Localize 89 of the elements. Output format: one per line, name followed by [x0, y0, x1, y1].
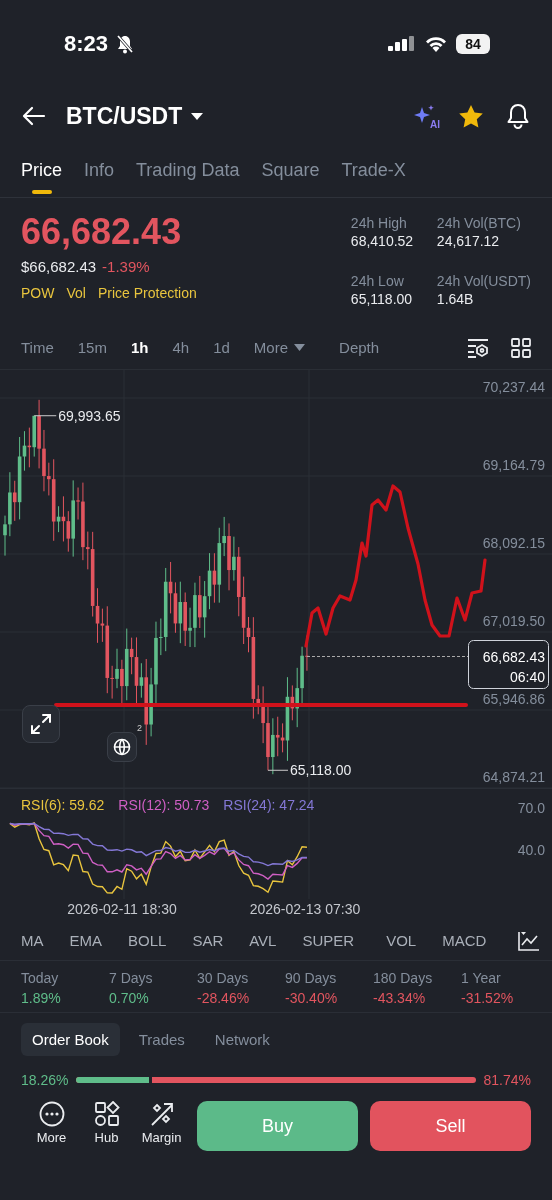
book-tab[interactable]: Order Book: [21, 1022, 120, 1056]
favorite-star-button[interactable]: [458, 103, 484, 129]
rsi-axis-label: 40.0: [517, 842, 545, 858]
more-dropdown[interactable]: More: [253, 339, 306, 356]
notification-count: 2: [137, 723, 142, 733]
battery-icon: 84: [456, 34, 490, 54]
price-axis-label: 70,237.44: [482, 379, 545, 395]
interval-tab[interactable]: Depth: [339, 339, 380, 356]
indicator-tab[interactable]: SUPER: [302, 932, 355, 949]
token-tag[interactable]: Vol: [66, 285, 86, 301]
price-axis-label: 64,874.21: [482, 769, 545, 785]
rsi-axis-label: 70.0: [517, 800, 545, 816]
signal-icon: [388, 36, 416, 52]
period-change: -31.52%: [461, 989, 515, 1008]
stat-label: 24h Low: [350, 272, 405, 290]
indicator-settings-button[interactable]: [518, 930, 541, 951]
notification-bell-button[interactable]: [506, 103, 530, 129]
book-tab[interactable]: Trades: [127, 1022, 196, 1056]
rsi-legend-label: RSI(12): 50.73: [118, 797, 210, 813]
interval-tab[interactable]: 1d: [213, 339, 230, 356]
pair-selector[interactable]: BTC/USDT: [66, 102, 205, 130]
nav-tab[interactable]: Trading Data: [136, 144, 240, 197]
back-button[interactable]: [22, 106, 46, 126]
nav-tab[interactable]: Square: [261, 144, 320, 197]
indicator-tab[interactable]: SAR: [192, 932, 224, 949]
stat-value: 65,118.00: [350, 290, 414, 308]
token-tag[interactable]: POW: [21, 285, 55, 301]
stat-value: 24,617.12: [436, 232, 501, 250]
period-label: Today: [21, 969, 60, 987]
expand-icon: [30, 713, 52, 735]
nav-tab[interactable]: Info: [84, 144, 115, 197]
token-tag[interactable]: Price Protection: [97, 285, 197, 301]
shapes-icon: [93, 1101, 120, 1127]
hub-nav-button[interactable]: Hub: [79, 1101, 134, 1145]
interval-tab[interactable]: Time: [21, 339, 54, 356]
sell-button[interactable]: Sell: [370, 1101, 531, 1151]
ellipsis-icon: [38, 1101, 65, 1127]
interval-tab[interactable]: 15m: [77, 339, 107, 356]
period-label: 1 Year: [461, 969, 502, 987]
fullscreen-button[interactable]: [22, 705, 60, 743]
stat-label: 24h Vol(BTC): [436, 214, 522, 232]
rsi-legend-label: RSI(24): 47.24: [223, 797, 315, 813]
period-change: -43.34%: [373, 989, 427, 1008]
nav-tab[interactable]: Price: [21, 144, 62, 197]
caret-icon: [294, 344, 306, 351]
wifi-icon: [424, 35, 448, 53]
price-axis-label: 67,019.50: [482, 613, 545, 629]
stat-value: 1.64B: [436, 290, 475, 308]
indicator-tab[interactable]: BOLL: [128, 932, 167, 949]
last-price: 66,682.43: [21, 210, 183, 254]
price-axis-label: 65,946.86: [482, 691, 545, 707]
price-axis-label: 69,164.79: [482, 457, 545, 473]
rsi-legend-label: RSI(6): 59.62: [21, 797, 105, 813]
time-axis-label: 2026-02-13 07:30: [248, 901, 362, 917]
period-label: 180 Days: [373, 969, 434, 987]
caret-icon: [190, 111, 205, 121]
book-tab[interactable]: Network: [203, 1022, 281, 1056]
stat-label: 24h Vol(USDT): [436, 272, 531, 290]
more-nav-button[interactable]: More: [24, 1101, 79, 1145]
stat-value: 68,410.52: [350, 232, 415, 250]
period-change: 1.89%: [21, 989, 62, 1008]
time-axis-label: 2026-02-11 18:30: [66, 901, 178, 917]
price-change: -1.39%: [102, 258, 150, 275]
period-label: 90 Days: [285, 969, 338, 987]
indicator-tab[interactable]: MA: [21, 932, 44, 949]
interval-tab[interactable]: 1h: [130, 339, 149, 356]
current-price-label: 66,682.43 06:40: [468, 640, 549, 689]
period-change: -28.46%: [197, 989, 251, 1008]
layout-grid-button[interactable]: [511, 337, 531, 358]
indicator-tab[interactable]: AVL: [249, 932, 277, 949]
usd-price: $66,682.43: [21, 258, 97, 275]
clock-time: 8:23: [64, 31, 109, 57]
buy-ratio: 18.26%: [21, 1072, 69, 1088]
period-label: 30 Days: [197, 969, 250, 987]
indicator-tab[interactable]: EMA: [69, 932, 102, 949]
period-label: 7 Days: [109, 969, 154, 987]
indicator-tab[interactable]: VOL: [386, 932, 417, 949]
globe-icon: [113, 738, 131, 756]
price-axis-label: 68,092.15: [482, 535, 545, 551]
bell-slash-icon: [116, 34, 135, 54]
margin-nav-button[interactable]: Margin: [134, 1101, 189, 1145]
chart-settings-button[interactable]: [467, 337, 489, 358]
sell-ratio: 81.74%: [483, 1072, 531, 1088]
indicator-tab[interactable]: MACD: [442, 932, 487, 949]
period-change: -30.40%: [285, 989, 339, 1008]
period-change: 0.70%: [109, 989, 150, 1008]
nav-tab[interactable]: Trade-X: [341, 144, 406, 197]
stat-label: 24h High: [350, 214, 408, 232]
interval-tab[interactable]: 4h: [172, 339, 190, 356]
